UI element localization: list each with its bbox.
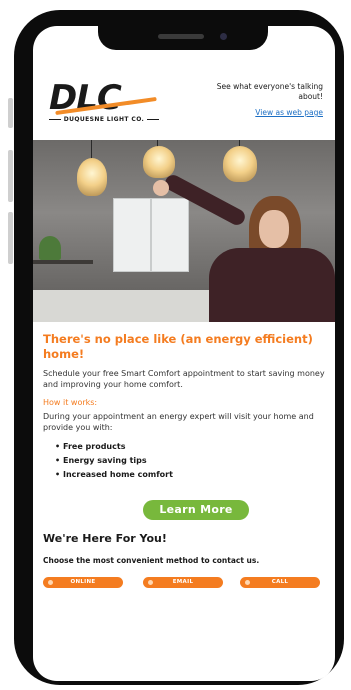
intro-text: Schedule your free Smart Comfort appoint… <box>43 369 325 389</box>
person-body <box>209 248 335 322</box>
contact-heading: We're Here For You! <box>43 532 167 545</box>
dlc-logo: DLC DUQUESNE LIGHT CO. <box>49 78 159 134</box>
pendant-lamp <box>223 146 257 182</box>
contact-subheading: Choose the most convenient method to con… <box>43 556 260 565</box>
list-item: Increased home comfort <box>43 468 327 482</box>
benefits-list: Free products Energy saving tips Increas… <box>43 440 327 482</box>
hero-cabinet <box>113 198 151 272</box>
headline: There's no place like (an energy efficie… <box>43 332 313 361</box>
phone-notch <box>98 26 268 50</box>
logo-subtitle: DUQUESNE LIGHT CO. <box>49 116 159 123</box>
contact-buttons: ONLINE EMAIL CALL <box>43 577 327 589</box>
phone-icon <box>245 580 250 585</box>
how-it-works-label: How it works: <box>43 398 98 407</box>
hero-plant <box>39 236 61 260</box>
pendant-lamp <box>77 158 107 196</box>
pendant-lamp <box>143 146 175 178</box>
phone-volume-down-button <box>8 212 13 264</box>
email-screen: DLC DUQUESNE LIGHT CO. See what everyone… <box>33 26 335 681</box>
camera-icon <box>220 33 227 40</box>
hero-shelf <box>33 260 93 264</box>
person-hand <box>153 180 169 196</box>
learn-more-button[interactable]: Learn More <box>143 500 249 520</box>
email-contact-button[interactable]: EMAIL <box>143 577 223 588</box>
online-icon <box>48 580 53 585</box>
online-contact-button[interactable]: ONLINE <box>43 577 123 588</box>
hero-cabinet <box>151 198 189 272</box>
pendant-cord <box>91 140 92 160</box>
phone-side-button <box>8 98 13 128</box>
view-as-web-page-link[interactable]: View as web page <box>255 108 323 117</box>
header-tagline: See what everyone's talking about! <box>216 82 323 101</box>
speaker-icon <box>158 34 204 39</box>
person-face <box>259 210 289 248</box>
hero-image <box>33 140 335 322</box>
appointment-description: During your appointment an energy expert… <box>43 412 314 432</box>
list-item: Free products <box>43 440 327 454</box>
call-contact-button[interactable]: CALL <box>240 577 320 588</box>
phone-volume-up-button <box>8 150 13 202</box>
email-body: There's no place like (an energy efficie… <box>43 332 327 672</box>
list-item: Energy saving tips <box>43 454 327 468</box>
email-icon <box>148 580 153 585</box>
